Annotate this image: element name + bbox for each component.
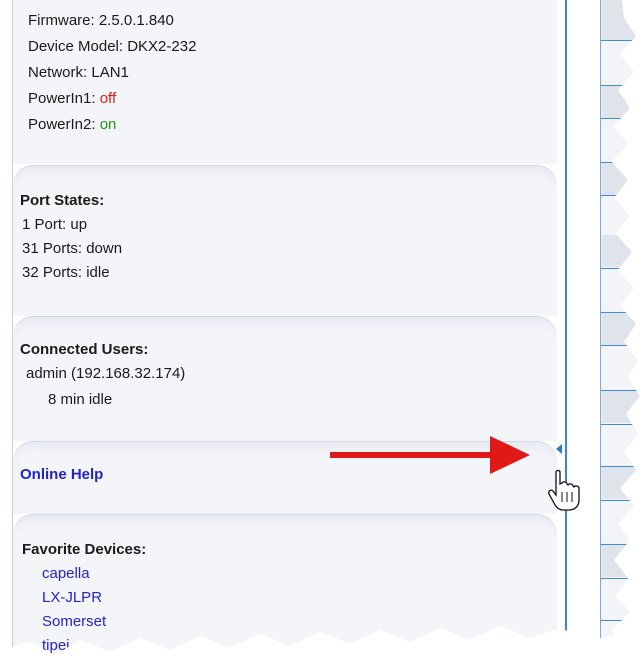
torn-edge-right: [606, 0, 643, 668]
red-arrow-icon: [330, 436, 530, 474]
annotation-overlay: [0, 0, 643, 668]
hand-cursor-icon: [548, 469, 580, 511]
torn-edge-bottom: [0, 626, 643, 668]
screenshot-canvas: Firmware: 2.5.0.1.840 Device Model: DKX2…: [0, 0, 643, 668]
